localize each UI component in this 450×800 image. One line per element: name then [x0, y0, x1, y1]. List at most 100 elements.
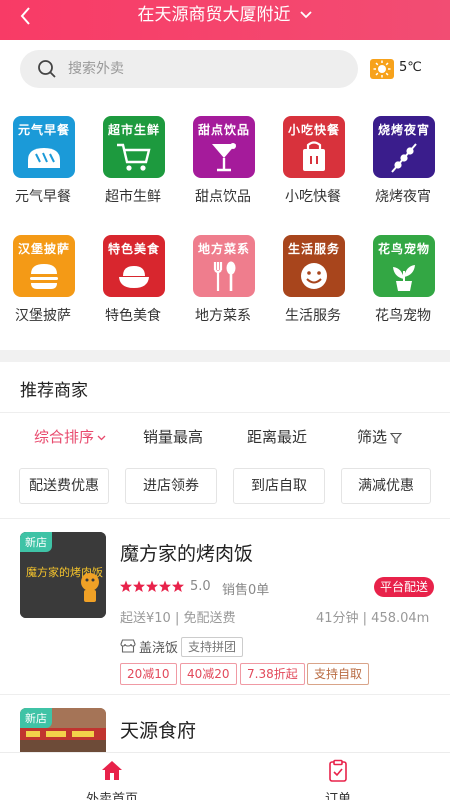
filter-pickup[interactable]: 到店自取 — [233, 468, 325, 504]
sort-label: 距离最近 — [247, 428, 308, 446]
search-box[interactable] — [20, 50, 358, 88]
promo-tag: 20减10 — [120, 663, 177, 685]
smiley-icon — [301, 263, 327, 289]
sort-label: 综合排序 — [34, 428, 95, 446]
category-tile: 汉堡披萨 — [13, 235, 75, 297]
category-tile-text: 甜点饮品 — [197, 123, 250, 137]
category-tile-text: 烧烤夜宵 — [377, 123, 430, 137]
divider — [0, 694, 450, 695]
home-icon — [102, 761, 122, 780]
sort-filter[interactable]: 筛选 — [357, 426, 403, 447]
divider — [0, 518, 450, 519]
header-bar: 在天源商贸大厦附近 — [0, 0, 450, 40]
filter-store-coupon[interactable]: 进店领券 — [125, 468, 217, 504]
burger-icon — [30, 264, 58, 289]
bottom-tab-bar: 外卖首页 订单 — [0, 752, 450, 800]
temperature: 5℃ — [399, 60, 422, 75]
divider — [0, 412, 450, 413]
category-dessert-drinks[interactable]: 甜点饮品 甜点饮品 — [183, 116, 263, 226]
fork-spoon-icon — [213, 261, 236, 291]
sort-sales[interactable]: 销量最高 — [143, 426, 203, 447]
new-store-badge: 新店 — [20, 532, 52, 552]
sort-label: 筛选 — [357, 428, 388, 446]
category-tile: 生活服务 — [283, 235, 345, 297]
tab-orders[interactable]: 订单 — [288, 753, 388, 800]
category-label: 地方菜系 — [195, 308, 251, 324]
category-tile: 花鸟宠物 — [373, 235, 435, 297]
group-buy-tag: 支持拼团 — [181, 637, 244, 657]
category-tile: 烧烤夜宵 — [373, 116, 435, 178]
category-tile-text: 汉堡披萨 — [17, 242, 70, 256]
category-label: 小吃快餐 — [285, 189, 341, 205]
category-tile-text: 超市生鲜 — [107, 123, 160, 137]
category-tile-text: 小吃快餐 — [287, 123, 340, 137]
cocktail-icon — [212, 143, 236, 172]
clipboard-icon — [329, 759, 347, 782]
category-label: 汉堡披萨 — [15, 308, 71, 324]
monthly-sales: 销售0单 — [222, 583, 270, 598]
sort-comprehensive[interactable]: 综合排序 — [34, 426, 106, 447]
category-label: 元气早餐 — [15, 189, 71, 205]
category-tile: 地方菜系 — [193, 235, 255, 297]
category-tile-text: 生活服务 — [287, 242, 340, 256]
category-tile: 超市生鲜 — [103, 116, 165, 178]
category-label: 烧烤夜宵 — [375, 189, 431, 205]
filter-delivery-discount[interactable]: 配送费优惠 — [19, 468, 109, 504]
tab-label: 外卖首页 — [85, 792, 138, 800]
rice-bowl-icon — [119, 266, 149, 288]
takeout-bag-icon — [303, 141, 325, 171]
category-breakfast[interactable]: 元气早餐 元气早餐 — [3, 116, 83, 226]
pickup-tag: 支持自取 — [307, 663, 370, 685]
category-label: 生活服务 — [285, 308, 341, 324]
chevron-down-icon — [97, 435, 106, 441]
search-input[interactable] — [68, 59, 338, 79]
shopping-cart-icon — [117, 143, 151, 171]
promo-tag: 40减20 — [180, 663, 237, 685]
category-label: 特色美食 — [105, 308, 161, 324]
tab-label: 订单 — [324, 792, 351, 800]
category-tile-text: 花鸟宠物 — [377, 242, 430, 256]
category-life-service[interactable]: 生活服务 生活服务 — [273, 235, 353, 345]
time-distance-info: 41分钟 | 458.04m — [316, 611, 430, 626]
category-specialty[interactable]: 特色美食 特色美食 — [93, 235, 173, 345]
plant-icon — [393, 265, 415, 291]
chevron-down-icon — [299, 11, 312, 19]
category-label: 花鸟宠物 — [375, 308, 431, 324]
promo-tag: 7.38折起 — [240, 663, 305, 685]
section-gap — [0, 350, 450, 362]
category-tile: 甜点饮品 — [193, 116, 255, 178]
store-icon — [120, 639, 136, 653]
sort-distance[interactable]: 距离最近 — [247, 426, 307, 447]
shop-name: 魔方家的烤肉饭 — [120, 543, 254, 565]
category-regional[interactable]: 地方菜系 地方菜系 — [183, 235, 263, 345]
skewer-icon — [391, 143, 417, 173]
category-snacks[interactable]: 小吃快餐 小吃快餐 — [273, 116, 353, 226]
category-tile-text: 地方菜系 — [197, 242, 250, 256]
shop-type-label: 盖浇饭 — [139, 641, 179, 656]
category-bbq[interactable]: 烧烤夜宵 烧烤夜宵 — [363, 116, 443, 226]
sun-icon — [370, 59, 394, 79]
location-selector[interactable]: 在天源商贸大厦附近 — [0, 2, 450, 28]
category-supermarket[interactable]: 超市生鲜 超市生鲜 — [93, 116, 173, 226]
filter-icon — [390, 432, 403, 444]
category-tile-text: 特色美食 — [107, 242, 160, 256]
shop-card[interactable]: 新店 天源食府 — [0, 700, 450, 752]
rating-score: 5.0 — [190, 579, 211, 594]
location-label: 在天源商贸大厦附近 — [137, 5, 291, 25]
search-row: 5℃ — [0, 40, 450, 100]
category-burger-pizza[interactable]: 汉堡披萨 汉堡披萨 — [3, 235, 83, 345]
tab-home[interactable]: 外卖首页 — [62, 753, 162, 800]
category-tile: 元气早餐 — [13, 116, 75, 178]
category-flowers-pets[interactable]: 花鸟宠物 花鸟宠物 — [363, 235, 443, 345]
rating-stars — [120, 580, 184, 592]
filter-full-reduction[interactable]: 满减优惠 — [341, 468, 431, 504]
platform-delivery-badge: 平台配送 — [374, 577, 435, 597]
section-title: 推荐商家 — [20, 381, 88, 401]
category-label: 甜点饮品 — [195, 189, 251, 205]
new-store-badge: 新店 — [20, 708, 52, 728]
weather-widget: 5℃ — [370, 59, 440, 81]
search-icon — [38, 60, 56, 78]
bread-icon — [28, 148, 60, 168]
min-order-info: 起送¥10 | 免配送费 — [120, 611, 236, 626]
category-tile-text: 元气早餐 — [17, 123, 70, 137]
